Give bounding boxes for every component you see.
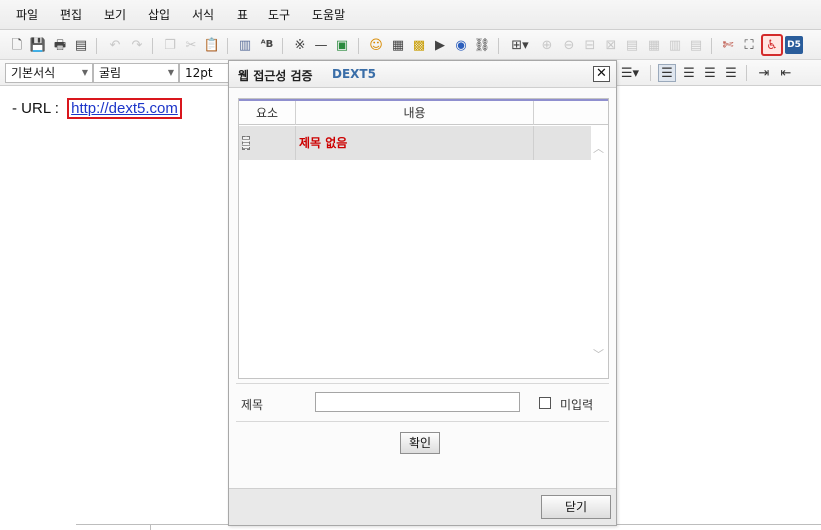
url-paragraph: - URL : http://dext5.com — [12, 98, 182, 119]
table-row[interactable]: 제목 없음 — [239, 126, 591, 160]
align-center-icon[interactable]: ☰ — [680, 64, 698, 82]
align-left-icon[interactable]: ☰ — [658, 64, 676, 82]
title-input[interactable] — [315, 392, 520, 412]
dialog-footer: 닫기 — [229, 488, 616, 525]
chevron-down-icon: ▼ — [81, 68, 88, 77]
delete-row-icon[interactable]: ⊖ — [560, 36, 578, 54]
dialog-close-button[interactable]: ✕ — [593, 66, 610, 82]
menu-view[interactable]: 보기 — [104, 6, 126, 23]
url-prefix: - URL : — [12, 100, 64, 117]
dialog-divider — [236, 421, 609, 422]
col-icon[interactable]: ▥ — [666, 36, 684, 54]
menu-table[interactable]: 표 — [237, 6, 248, 23]
menu-insert[interactable]: 삽입 — [148, 6, 170, 23]
split-cell-icon[interactable]: ⊠ — [602, 36, 620, 54]
toolbar-separator — [96, 38, 97, 54]
copy-icon[interactable]: ❐ — [161, 36, 179, 54]
chevron-down-icon[interactable]: ﹀ — [593, 346, 604, 362]
save-icon[interactable]: 💾 — [29, 36, 47, 54]
cell-props-icon[interactable]: ▤ — [623, 36, 641, 54]
emoticon-icon[interactable]: ☺ — [367, 36, 385, 54]
no-input-checkbox[interactable] — [539, 397, 551, 409]
close-button[interactable]: 닫기 — [541, 495, 611, 519]
font-size-select[interactable]: 12pt — [179, 63, 231, 83]
dialog-titlebar[interactable]: 웹 접근성 검증 DEXT5 ✕ — [229, 61, 616, 88]
row-element-cell — [239, 126, 296, 160]
image-gallery-icon[interactable]: ▣ — [333, 36, 351, 54]
menu-file[interactable]: 파일 — [16, 6, 38, 23]
toolbar-main: 🗋 💾 🖶 ▤ ↶ ↷ ❐ ✂ 📋 ▥ ᴬB ※ — ▣ ☺ ▦ ▩ ▶ ◉ ⛓… — [0, 30, 821, 60]
toolbar-separator — [152, 38, 153, 54]
align-justify-icon[interactable]: ☰ — [722, 64, 740, 82]
status-divider-tick — [150, 524, 151, 530]
menu-help[interactable]: 도움말 — [312, 6, 345, 23]
menu-edit[interactable]: 편집 — [60, 6, 82, 23]
no-input-label[interactable]: 미입력 — [560, 396, 593, 413]
dialog-title: 웹 접근성 검증 — [238, 69, 313, 83]
url-link[interactable]: http://dext5.com — [67, 98, 182, 119]
toolbar-separator — [711, 38, 712, 54]
redo-icon[interactable]: ↷ — [128, 36, 146, 54]
dext5-icon[interactable]: D5 — [785, 36, 803, 54]
cut-icon[interactable]: ✂ — [182, 36, 200, 54]
title-label: 제목 — [241, 398, 264, 412]
spellcheck-icon[interactable]: ᴬB — [258, 36, 276, 54]
row-content-cell: 제목 없음 — [296, 126, 534, 160]
horizontal-line-icon[interactable]: — — [312, 36, 330, 54]
print-preview-icon[interactable]: ▤ — [72, 36, 90, 54]
align-right-icon[interactable]: ☰ — [701, 64, 719, 82]
column-header-content: 내용 — [296, 101, 534, 125]
grid-header: 요소 내용 — [239, 101, 608, 125]
paste-icon[interactable]: 📋 — [203, 36, 221, 54]
font-select-value: 굴림 — [99, 66, 122, 80]
style-select[interactable]: 기본서식 ▼ — [5, 63, 93, 83]
indent-icon[interactable]: ⇥ — [755, 64, 773, 82]
column-header-element: 요소 — [239, 101, 296, 125]
toolbar-separator — [650, 65, 651, 81]
style-select-value: 기본서식 — [11, 66, 56, 80]
outdent-icon[interactable]: ⇤ — [777, 64, 795, 82]
menu-tools[interactable]: 도구 — [268, 6, 290, 23]
special-char-icon[interactable]: ※ — [291, 36, 309, 54]
table-props-icon[interactable]: ▦ — [645, 36, 663, 54]
tools-icon[interactable]: ✄ — [719, 36, 737, 54]
results-grid: 요소 내용 제목 없음 ︿ ﹀ — [238, 98, 609, 379]
accessibility-dialog: 웹 접근성 검증 DEXT5 ✕ 요소 내용 제목 없음 ︿ ﹀ 제목 미입력 … — [228, 60, 617, 526]
toolbar-separator — [498, 38, 499, 54]
bullet-list-icon[interactable]: ☰▾ — [617, 64, 643, 82]
new-document-icon[interactable]: 🗋 — [8, 36, 26, 54]
link-icon[interactable]: ⛓ — [473, 36, 491, 54]
font-select[interactable]: 굴림 ▼ — [93, 63, 179, 83]
chevron-up-icon[interactable]: ︿ — [593, 140, 604, 156]
element-icon — [242, 136, 250, 150]
paste-text-icon[interactable]: ▥ — [236, 36, 254, 54]
toolbar-separator — [282, 38, 283, 54]
chevron-down-icon: ▼ — [167, 68, 174, 77]
background-icon[interactable]: ▦ — [389, 36, 407, 54]
merge-cell-icon[interactable]: ⊟ — [581, 36, 599, 54]
menu-format[interactable]: 서식 — [192, 6, 214, 23]
toolbar-separator — [746, 65, 747, 81]
fullscreen-icon[interactable]: ⛶ — [740, 36, 758, 54]
row-icon[interactable]: ▤ — [687, 36, 705, 54]
insert-row-icon[interactable]: ⊕ — [538, 36, 556, 54]
dialog-divider — [236, 383, 609, 384]
flash-icon[interactable]: ◉ — [452, 36, 470, 54]
dialog-brand: DEXT5 — [332, 67, 376, 81]
menu-bar: 파일 편집 보기 삽입 서식 표 도구 도움말 — [0, 0, 821, 30]
toolbar-separator — [227, 38, 228, 54]
table-icon[interactable]: ⊞▾ — [507, 36, 533, 54]
grid-scrollbar[interactable]: ︿ ﹀ — [591, 126, 608, 378]
confirm-button[interactable]: 확인 — [400, 432, 440, 454]
print-icon[interactable]: 🖶 — [51, 36, 69, 54]
undo-icon[interactable]: ↶ — [106, 36, 124, 54]
accessibility-icon[interactable]: ♿ — [761, 34, 783, 56]
font-size-select-value: 12pt — [185, 66, 213, 80]
image-icon[interactable]: ▩ — [410, 36, 428, 54]
toolbar-separator — [358, 38, 359, 54]
media-icon[interactable]: ▶ — [431, 36, 449, 54]
